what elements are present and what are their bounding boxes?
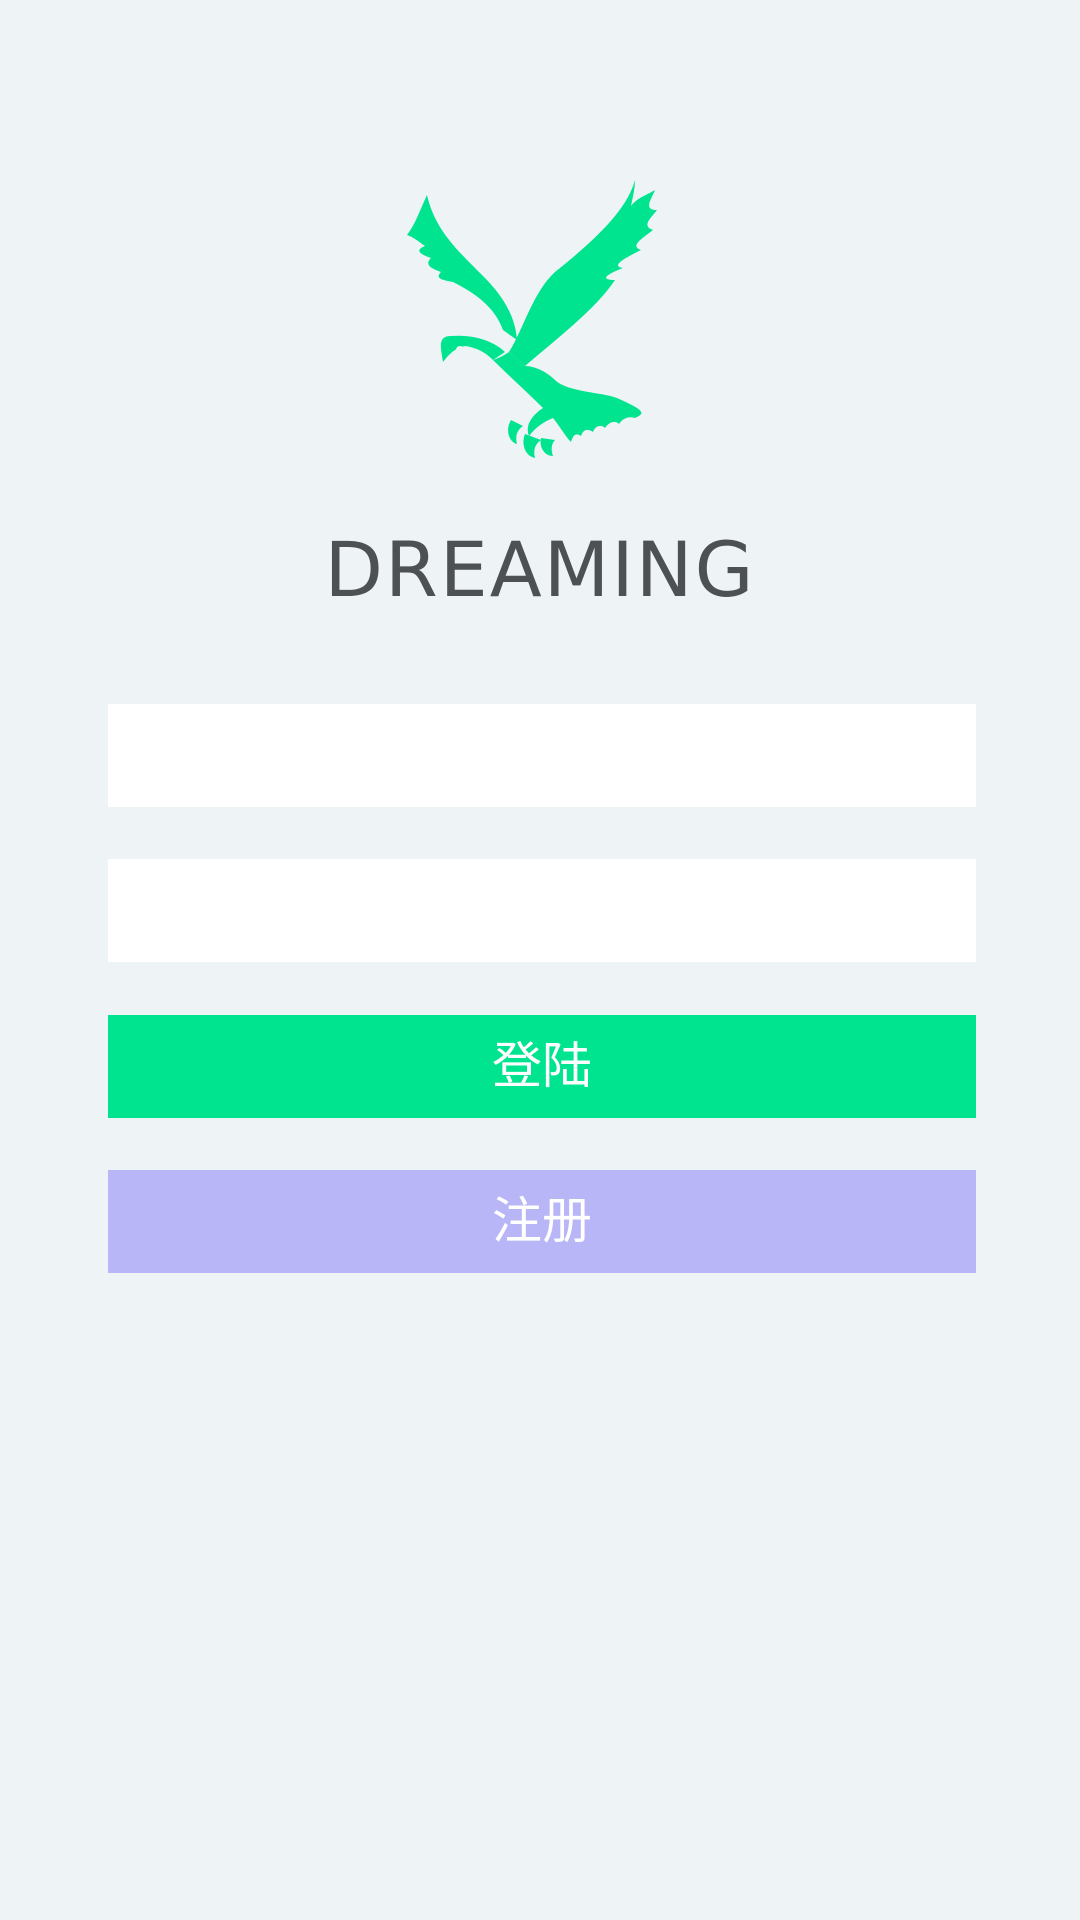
login-screen: DREAMING 登陆 注册 (0, 0, 1080, 1920)
eagle-icon (405, 180, 675, 460)
password-field[interactable] (108, 859, 976, 962)
login-button[interactable]: 登陆 (108, 1015, 976, 1118)
register-button[interactable]: 注册 (108, 1170, 976, 1273)
app-title: DREAMING (324, 525, 756, 614)
username-field[interactable] (108, 704, 976, 807)
